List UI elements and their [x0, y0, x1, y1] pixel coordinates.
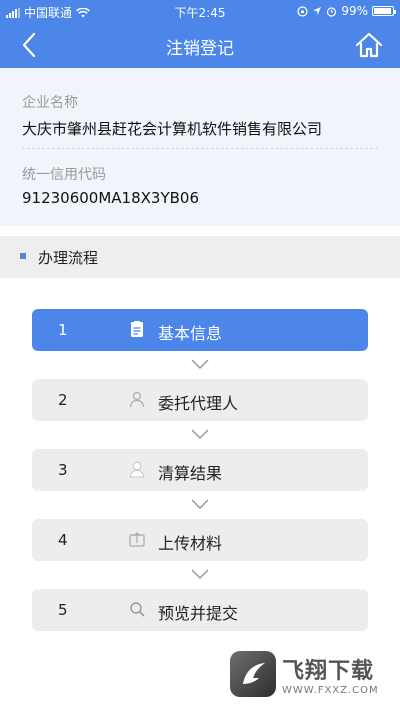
watermark: 飞翔下载 WWW.FXXZ.COM: [230, 647, 390, 701]
home-button[interactable]: [352, 28, 386, 62]
chevron-down-icon: [191, 499, 209, 510]
document-icon: [128, 320, 146, 338]
credit-code-value: 91230600MA18X3YB06: [22, 189, 199, 207]
company-name-value: 大庆市肇州县赶花会计算机软件销售有限公司: [22, 120, 323, 138]
search-icon: [128, 600, 146, 618]
step-label: 清算结果: [158, 464, 223, 483]
page-title: 注销登记: [166, 39, 234, 59]
location-icon: [313, 7, 322, 15]
company-info-panel: 企业名称 大庆市肇州县赶花会计算机软件销售有限公司 统一信用代码 9123060…: [0, 68, 400, 226]
step-number: 5: [58, 601, 68, 619]
step-label: 上传材料: [158, 534, 223, 553]
step-label: 委托代理人: [158, 394, 239, 413]
battery-label: 99%: [341, 4, 368, 18]
section-marker: [20, 253, 26, 259]
nav-bar: 注销登记: [0, 22, 400, 68]
status-right: 99%: [297, 4, 396, 18]
chevron-down-icon: [191, 359, 209, 370]
watermark-brand: 飞翔下载: [282, 658, 375, 684]
credit-code-label: 统一信用代码: [22, 167, 106, 183]
step-liquidation[interactable]: 3 清算结果: [32, 449, 368, 491]
chevron-down-icon: [191, 569, 209, 580]
person-icon: [128, 460, 146, 478]
watermark-text: 飞翔下载 WWW.FXXZ.COM: [282, 653, 379, 696]
step-number: 1: [58, 321, 68, 339]
company-name-label: 企业名称: [22, 95, 78, 111]
step-number: 4: [58, 531, 68, 549]
rotation-lock-icon: [297, 5, 308, 17]
chevron-down-icon: [191, 429, 209, 440]
step-agent[interactable]: 2 委托代理人: [32, 379, 368, 421]
step-number: 3: [58, 461, 68, 479]
upload-icon: [128, 530, 146, 548]
step-label: 预览并提交: [158, 604, 239, 623]
alarm-icon: [327, 6, 337, 17]
info-divider: [22, 148, 378, 149]
step-preview-submit[interactable]: 5 预览并提交: [32, 589, 368, 631]
step-basic-info[interactable]: 1 基本信息: [32, 309, 368, 351]
status-bar: 中国联通 下午2:45 99%: [0, 0, 400, 22]
watermark-logo-icon: [230, 651, 276, 697]
section-title: 办理流程: [38, 249, 99, 267]
process-section-header: 办理流程: [0, 236, 400, 278]
person-outline-icon: [128, 390, 146, 408]
battery-icon: [372, 6, 396, 16]
step-number: 2: [58, 391, 68, 409]
step-label: 基本信息: [158, 324, 223, 343]
step-upload[interactable]: 4 上传材料: [32, 519, 368, 561]
home-icon: [355, 32, 383, 58]
watermark-url: WWW.FXXZ.COM: [282, 684, 379, 696]
